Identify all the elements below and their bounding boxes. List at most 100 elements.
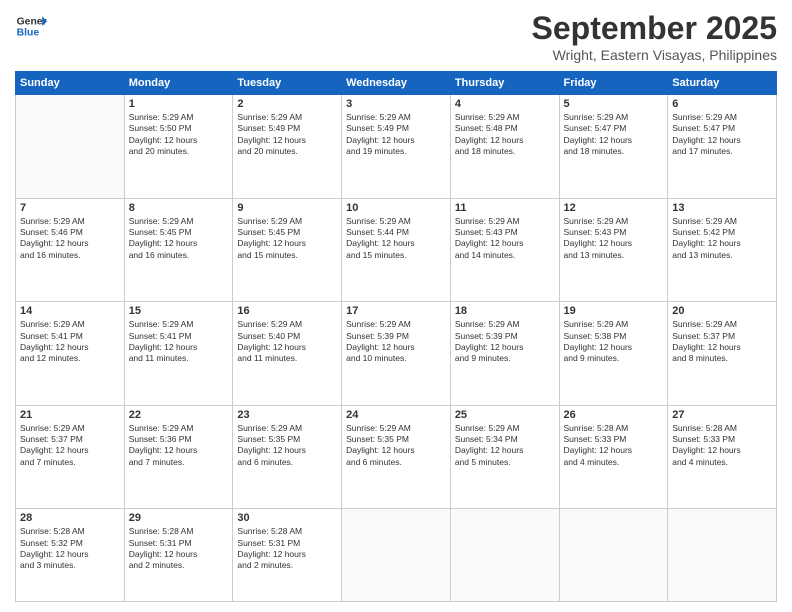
day-number: 25 bbox=[455, 409, 555, 421]
calendar-row-3: 21 Sunrise: 5:29 AM Sunset: 5:37 PM Dayli… bbox=[16, 405, 777, 509]
day-number: 1 bbox=[129, 98, 229, 110]
day-number: 2 bbox=[237, 98, 337, 110]
calendar-cell: 10 Sunrise: 5:29 AM Sunset: 5:44 PM Dayli… bbox=[342, 198, 451, 302]
cell-info: Sunrise: 5:29 AM Sunset: 5:42 PM Dayligh… bbox=[672, 216, 772, 262]
header: General Blue September 2025 Wright, East… bbox=[15, 10, 777, 63]
cell-info: Sunrise: 5:28 AM Sunset: 5:33 PM Dayligh… bbox=[564, 423, 664, 469]
calendar-table: SundayMondayTuesdayWednesdayThursdayFrid… bbox=[15, 71, 777, 602]
calendar-cell: 27 Sunrise: 5:28 AM Sunset: 5:33 PM Dayli… bbox=[668, 405, 777, 509]
calendar-cell: 30 Sunrise: 5:28 AM Sunset: 5:31 PM Dayli… bbox=[233, 509, 342, 602]
day-number: 15 bbox=[129, 305, 229, 317]
calendar-cell: 7Sunrise: 5:29 AM Sunset: 5:46 PM Daylig… bbox=[16, 198, 125, 302]
calendar-cell: 12 Sunrise: 5:29 AM Sunset: 5:43 PM Dayli… bbox=[559, 198, 668, 302]
cell-info: Sunrise: 5:29 AM Sunset: 5:36 PM Dayligh… bbox=[129, 423, 229, 469]
calendar-header-row: SundayMondayTuesdayWednesdayThursdayFrid… bbox=[16, 72, 777, 95]
day-number: 18 bbox=[455, 305, 555, 317]
calendar-cell: 4Sunrise: 5:29 AM Sunset: 5:48 PM Daylig… bbox=[450, 95, 559, 199]
cell-info: Sunrise: 5:29 AM Sunset: 5:35 PM Dayligh… bbox=[346, 423, 446, 469]
calendar-cell: 3 Sunrise: 5:29 AM Sunset: 5:49 PM Daylig… bbox=[342, 95, 451, 199]
day-number: 3 bbox=[346, 98, 446, 110]
day-number: 7 bbox=[20, 202, 120, 214]
cell-info: Sunrise: 5:28 AM Sunset: 5:31 PM Dayligh… bbox=[129, 526, 229, 572]
calendar-cell bbox=[559, 509, 668, 602]
calendar-cell: 13 Sunrise: 5:29 AM Sunset: 5:42 PM Dayli… bbox=[668, 198, 777, 302]
cell-info: Sunrise: 5:29 AM Sunset: 5:34 PM Dayligh… bbox=[455, 423, 555, 469]
calendar-cell: 11Sunrise: 5:29 AM Sunset: 5:43 PM Dayli… bbox=[450, 198, 559, 302]
location-title: Wright, Eastern Visayas, Philippines bbox=[532, 47, 777, 63]
calendar-header-thursday: Thursday bbox=[450, 72, 559, 95]
day-number: 13 bbox=[672, 202, 772, 214]
calendar-cell: 22 Sunrise: 5:29 AM Sunset: 5:36 PM Dayli… bbox=[124, 405, 233, 509]
logo: General Blue bbox=[15, 10, 47, 42]
month-title: September 2025 bbox=[532, 10, 777, 47]
calendar-cell: 24 Sunrise: 5:29 AM Sunset: 5:35 PM Dayli… bbox=[342, 405, 451, 509]
day-number: 6 bbox=[672, 98, 772, 110]
calendar-header-tuesday: Tuesday bbox=[233, 72, 342, 95]
calendar-cell: 26Sunrise: 5:28 AM Sunset: 5:33 PM Dayli… bbox=[559, 405, 668, 509]
calendar-cell bbox=[450, 509, 559, 602]
calendar-cell: 8 Sunrise: 5:29 AM Sunset: 5:45 PM Daylig… bbox=[124, 198, 233, 302]
cell-info: Sunrise: 5:28 AM Sunset: 5:33 PM Dayligh… bbox=[672, 423, 772, 469]
calendar-cell: 5 Sunrise: 5:29 AM Sunset: 5:47 PM Daylig… bbox=[559, 95, 668, 199]
calendar-header-monday: Monday bbox=[124, 72, 233, 95]
calendar-cell: 19 Sunrise: 5:29 AM Sunset: 5:38 PM Dayli… bbox=[559, 302, 668, 406]
day-number: 21 bbox=[20, 409, 120, 421]
svg-text:Blue: Blue bbox=[17, 28, 40, 39]
calendar-cell: 15 Sunrise: 5:29 AM Sunset: 5:41 PM Dayli… bbox=[124, 302, 233, 406]
calendar-cell: 18 Sunrise: 5:29 AM Sunset: 5:39 PM Dayli… bbox=[450, 302, 559, 406]
calendar-cell: 14 Sunrise: 5:29 AM Sunset: 5:41 PM Dayli… bbox=[16, 302, 125, 406]
day-number: 19 bbox=[564, 305, 664, 317]
calendar-header-wednesday: Wednesday bbox=[342, 72, 451, 95]
calendar-cell: 21 Sunrise: 5:29 AM Sunset: 5:37 PM Dayli… bbox=[16, 405, 125, 509]
cell-info: Sunrise: 5:29 AM Sunset: 5:39 PM Dayligh… bbox=[346, 319, 446, 365]
cell-info: Sunrise: 5:29 AM Sunset: 5:47 PM Dayligh… bbox=[564, 112, 664, 158]
day-number: 30 bbox=[237, 512, 337, 524]
calendar-row-2: 14 Sunrise: 5:29 AM Sunset: 5:41 PM Dayli… bbox=[16, 302, 777, 406]
calendar-cell: 1 Sunrise: 5:29 AM Sunset: 5:50 PM Daylig… bbox=[124, 95, 233, 199]
calendar-row-0: 1 Sunrise: 5:29 AM Sunset: 5:50 PM Daylig… bbox=[16, 95, 777, 199]
cell-info: Sunrise: 5:29 AM Sunset: 5:35 PM Dayligh… bbox=[237, 423, 337, 469]
day-number: 9 bbox=[237, 202, 337, 214]
cell-info: Sunrise: 5:29 AM Sunset: 5:44 PM Dayligh… bbox=[346, 216, 446, 262]
cell-info: Sunrise: 5:29 AM Sunset: 5:38 PM Dayligh… bbox=[564, 319, 664, 365]
cell-info: Sunrise: 5:29 AM Sunset: 5:39 PM Dayligh… bbox=[455, 319, 555, 365]
day-number: 24 bbox=[346, 409, 446, 421]
day-number: 28 bbox=[20, 512, 120, 524]
cell-info: Sunrise: 5:29 AM Sunset: 5:43 PM Dayligh… bbox=[564, 216, 664, 262]
cell-info: Sunrise: 5:29 AM Sunset: 5:41 PM Dayligh… bbox=[129, 319, 229, 365]
day-number: 29 bbox=[129, 512, 229, 524]
calendar-cell bbox=[342, 509, 451, 602]
cell-info: Sunrise: 5:29 AM Sunset: 5:37 PM Dayligh… bbox=[672, 319, 772, 365]
day-number: 16 bbox=[237, 305, 337, 317]
day-number: 5 bbox=[564, 98, 664, 110]
cell-info: Sunrise: 5:29 AM Sunset: 5:49 PM Dayligh… bbox=[237, 112, 337, 158]
cell-info: Sunrise: 5:29 AM Sunset: 5:49 PM Dayligh… bbox=[346, 112, 446, 158]
cell-info: Sunrise: 5:29 AM Sunset: 5:45 PM Dayligh… bbox=[129, 216, 229, 262]
calendar-cell: 2 Sunrise: 5:29 AM Sunset: 5:49 PM Daylig… bbox=[233, 95, 342, 199]
cell-info: Sunrise: 5:29 AM Sunset: 5:50 PM Dayligh… bbox=[129, 112, 229, 158]
day-number: 8 bbox=[129, 202, 229, 214]
day-number: 11 bbox=[455, 202, 555, 214]
logo-icon: General Blue bbox=[15, 10, 47, 42]
cell-info: Sunrise: 5:29 AM Sunset: 5:37 PM Dayligh… bbox=[20, 423, 120, 469]
calendar-cell: 20Sunrise: 5:29 AM Sunset: 5:37 PM Dayli… bbox=[668, 302, 777, 406]
calendar-cell: 9 Sunrise: 5:29 AM Sunset: 5:45 PM Daylig… bbox=[233, 198, 342, 302]
day-number: 12 bbox=[564, 202, 664, 214]
cell-info: Sunrise: 5:28 AM Sunset: 5:31 PM Dayligh… bbox=[237, 526, 337, 572]
title-block: September 2025 Wright, Eastern Visayas, … bbox=[532, 10, 777, 63]
cell-info: Sunrise: 5:28 AM Sunset: 5:32 PM Dayligh… bbox=[20, 526, 120, 572]
cell-info: Sunrise: 5:29 AM Sunset: 5:40 PM Dayligh… bbox=[237, 319, 337, 365]
cell-info: Sunrise: 5:29 AM Sunset: 5:45 PM Dayligh… bbox=[237, 216, 337, 262]
day-number: 27 bbox=[672, 409, 772, 421]
cell-info: Sunrise: 5:29 AM Sunset: 5:41 PM Dayligh… bbox=[20, 319, 120, 365]
calendar-cell bbox=[668, 509, 777, 602]
calendar-cell: 29 Sunrise: 5:28 AM Sunset: 5:31 PM Dayli… bbox=[124, 509, 233, 602]
calendar-cell bbox=[16, 95, 125, 199]
day-number: 10 bbox=[346, 202, 446, 214]
calendar-row-1: 7Sunrise: 5:29 AM Sunset: 5:46 PM Daylig… bbox=[16, 198, 777, 302]
calendar-row-4: 28 Sunrise: 5:28 AM Sunset: 5:32 PM Dayli… bbox=[16, 509, 777, 602]
calendar-cell: 17Sunrise: 5:29 AM Sunset: 5:39 PM Dayli… bbox=[342, 302, 451, 406]
day-number: 22 bbox=[129, 409, 229, 421]
day-number: 14 bbox=[20, 305, 120, 317]
day-number: 4 bbox=[455, 98, 555, 110]
